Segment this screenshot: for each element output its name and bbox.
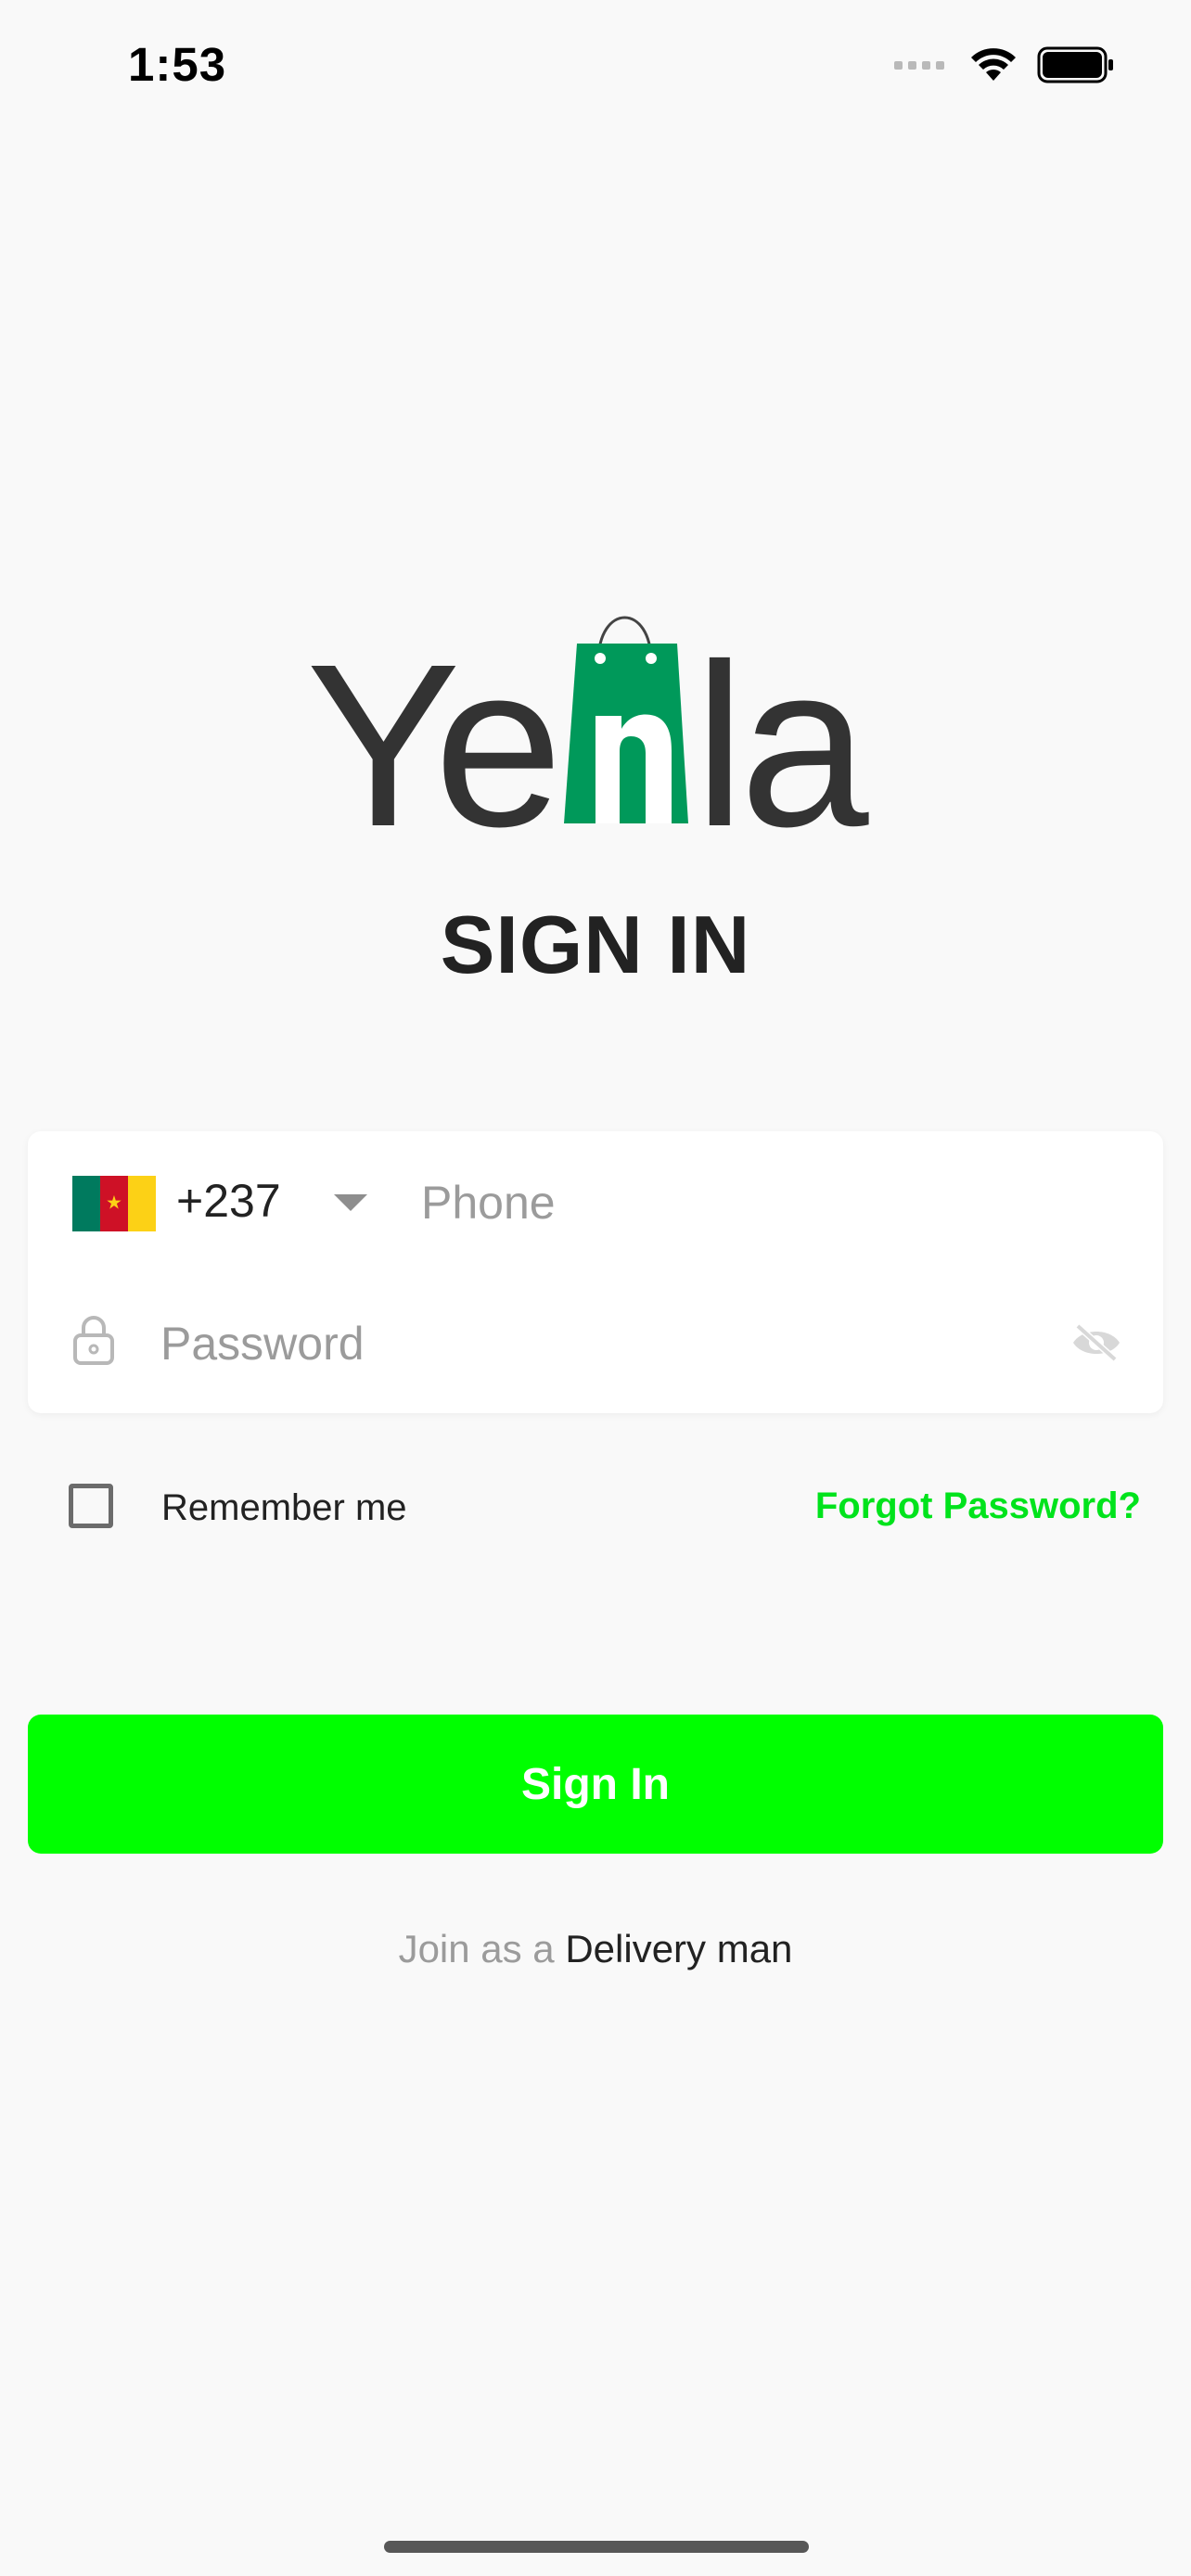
svg-text:la: la (694, 616, 870, 836)
wifi-icon (971, 48, 1016, 81)
delivery-man-link[interactable]: Delivery man (565, 1927, 792, 1970)
home-indicator[interactable] (384, 2541, 809, 2553)
eye-off-icon[interactable] (1070, 1322, 1122, 1363)
cameroon-flag-icon[interactable]: ★ (72, 1176, 156, 1231)
join-prefix: Join as a (398, 1927, 566, 1970)
sign-in-screen: 1:53 Ye la SIGN IN ★ +237 Phone Remember… (0, 0, 1191, 2576)
chevron-down-icon[interactable] (334, 1194, 367, 1211)
password-input[interactable] (160, 1313, 1051, 1374)
remember-me-checkbox[interactable] (69, 1484, 113, 1528)
status-icons (894, 46, 1115, 83)
svg-text:Ye: Ye (306, 616, 557, 836)
sign-in-button[interactable]: Sign In (28, 1715, 1163, 1854)
lock-icon (73, 1316, 114, 1365)
phone-input[interactable] (421, 1172, 1126, 1233)
status-time: 1:53 (128, 38, 227, 91)
page-title: SIGN IN (440, 899, 751, 990)
yenla-logo: Ye la (306, 616, 876, 836)
remember-me-label[interactable]: Remember me (161, 1487, 407, 1529)
battery-icon (1037, 46, 1113, 83)
shopping-bag-icon (564, 616, 688, 823)
forgot-password-link[interactable]: Forgot Password? (815, 1486, 1141, 1527)
signal-icon (894, 60, 944, 70)
join-row: Join as a Delivery man (0, 1927, 1191, 1971)
country-code[interactable]: +237 (176, 1174, 281, 1228)
login-card: ★ +237 (28, 1131, 1163, 1413)
